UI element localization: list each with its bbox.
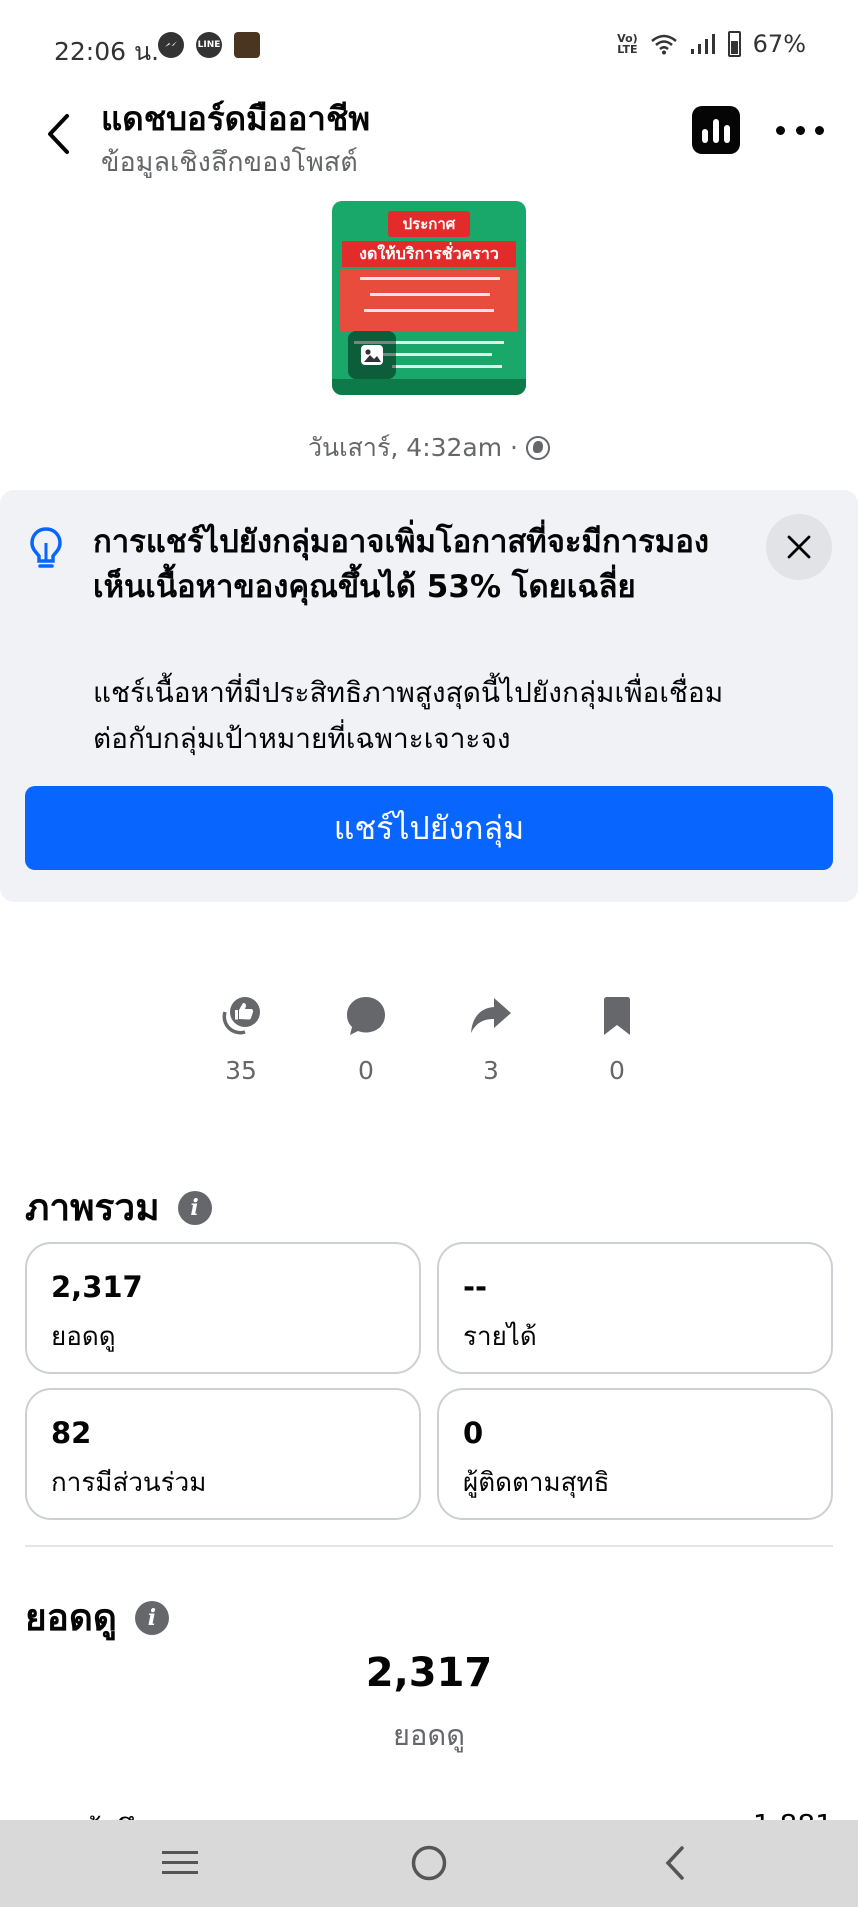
status-bar: 22:06 น. LINE Vo) LTE 67%	[0, 0, 858, 96]
post-thumbnail[interactable]: ประกาศ งดให้บริการชั่วคราว	[332, 201, 526, 395]
thumbnail-footer	[332, 379, 526, 395]
bar-chart-icon[interactable]	[692, 106, 740, 154]
home-icon	[411, 1845, 447, 1881]
like-icon	[222, 997, 260, 1035]
tip-title: การแชร์ไปยังกลุ่มอาจเพิ่มโอกาสที่จะมีการ…	[93, 524, 709, 605]
share-icon	[471, 998, 511, 1033]
reactions-count: 35	[225, 1056, 257, 1085]
system-nav-bar	[0, 1820, 858, 1907]
status-notification-icons: LINE	[158, 32, 260, 58]
home-button[interactable]	[399, 1838, 459, 1888]
battery-level: 67%	[752, 30, 806, 58]
card-label: ผู้ติดตามสุทธิ	[463, 1468, 610, 1498]
bookmark-icon	[604, 997, 630, 1035]
overview-card-views[interactable]: 2,317 ยอดดู	[25, 1242, 421, 1374]
views-heading-text: ยอดดู	[25, 1596, 117, 1639]
views-total-label: ยอดดู	[392, 1718, 466, 1752]
comment-icon	[347, 997, 385, 1035]
info-icon[interactable]: i	[134, 1600, 169, 1635]
close-icon	[787, 535, 811, 559]
status-system-icons: Vo) LTE 67%	[617, 30, 806, 58]
volte-icon: Vo) LTE	[617, 32, 638, 56]
card-label: การมีส่วนร่วม	[51, 1468, 207, 1498]
lightbulb-icon	[30, 527, 62, 568]
overview-card-engagement[interactable]: 82 การมีส่วนร่วม	[25, 1388, 421, 1520]
overview-heading-text: ภาพรวม	[25, 1186, 160, 1229]
card-label: ยอดดู	[51, 1322, 116, 1352]
close-tip-button[interactable]	[766, 514, 832, 580]
comments-stat[interactable]: 0	[316, 990, 416, 1085]
section-divider	[25, 1545, 833, 1547]
signal-icon	[690, 34, 715, 54]
line-app-icon: LINE	[196, 32, 222, 58]
thumbnail-text-line	[392, 365, 502, 368]
thumbnail-heading: ประกาศ	[388, 211, 470, 237]
comments-count: 0	[358, 1056, 374, 1085]
back-button[interactable]	[36, 106, 80, 162]
back-arrow-icon	[48, 114, 69, 154]
messenger-icon	[158, 32, 184, 58]
recent-apps-icon	[162, 1851, 198, 1874]
more-dot	[815, 125, 824, 135]
recent-apps-button[interactable]	[150, 1838, 210, 1888]
tip-description: แชร์เนื้อหาที่มีประสิทธิภาพสูงสุดนี้ไปยั…	[93, 676, 724, 755]
page-title: แดชบอร์ดมืออาชีพ	[101, 99, 371, 138]
shares-stat[interactable]: 3	[441, 990, 541, 1085]
reactions-stat[interactable]: 35	[191, 990, 291, 1085]
photo-icon	[348, 331, 396, 379]
page-subtitle: ข้อมูลเชิงลึกของโพสต์	[101, 147, 358, 178]
app-notification-icon	[234, 32, 260, 58]
wifi-icon	[650, 34, 677, 55]
more-dot	[795, 125, 805, 135]
card-label: รายได้	[463, 1322, 537, 1352]
shares-count: 3	[483, 1056, 499, 1085]
overview-card-revenue[interactable]: -- รายได้	[437, 1242, 833, 1374]
card-value: 82	[51, 1416, 92, 1450]
saves-count: 0	[609, 1056, 625, 1085]
system-back-button[interactable]	[645, 1838, 705, 1888]
views-total: 2,317	[365, 1650, 493, 1696]
overview-heading: ภาพรวม i	[25, 1178, 212, 1237]
card-value: 2,317	[51, 1270, 143, 1304]
overview-card-net-followers[interactable]: 0 ผู้ติดตามสุทธิ	[437, 1388, 833, 1520]
status-time: 22:06 น.	[54, 37, 160, 66]
share-tip-card: การแชร์ไปยังกลุ่มอาจเพิ่มโอกาสที่จะมีการ…	[0, 490, 858, 902]
post-date-text: วันเสาร์, 4:32am ·	[308, 433, 518, 462]
share-to-group-button[interactable]: แชร์ไปยังกลุ่ม	[25, 786, 833, 870]
globe-icon	[526, 436, 550, 460]
info-icon[interactable]: i	[177, 1190, 212, 1225]
card-value: --	[463, 1270, 488, 1304]
more-dot	[776, 125, 785, 135]
back-chevron-icon	[665, 1846, 684, 1880]
thumbnail-banner	[340, 269, 518, 331]
saves-stat[interactable]: 0	[567, 990, 667, 1085]
battery-icon	[727, 31, 741, 57]
views-heading: ยอดดู i	[25, 1588, 169, 1647]
post-date: วันเสาร์, 4:32am ·	[0, 428, 858, 468]
thumbnail-title: งดให้บริการชั่วคราว	[342, 241, 516, 267]
page-header: แดชบอร์ดมืออาชีพ ข้อมูลเชิงลึกของโพสต์	[0, 92, 858, 182]
engagement-summary: 35 0 3 0	[0, 990, 858, 1090]
card-value: 0	[463, 1416, 484, 1450]
more-options-button[interactable]	[776, 114, 824, 146]
